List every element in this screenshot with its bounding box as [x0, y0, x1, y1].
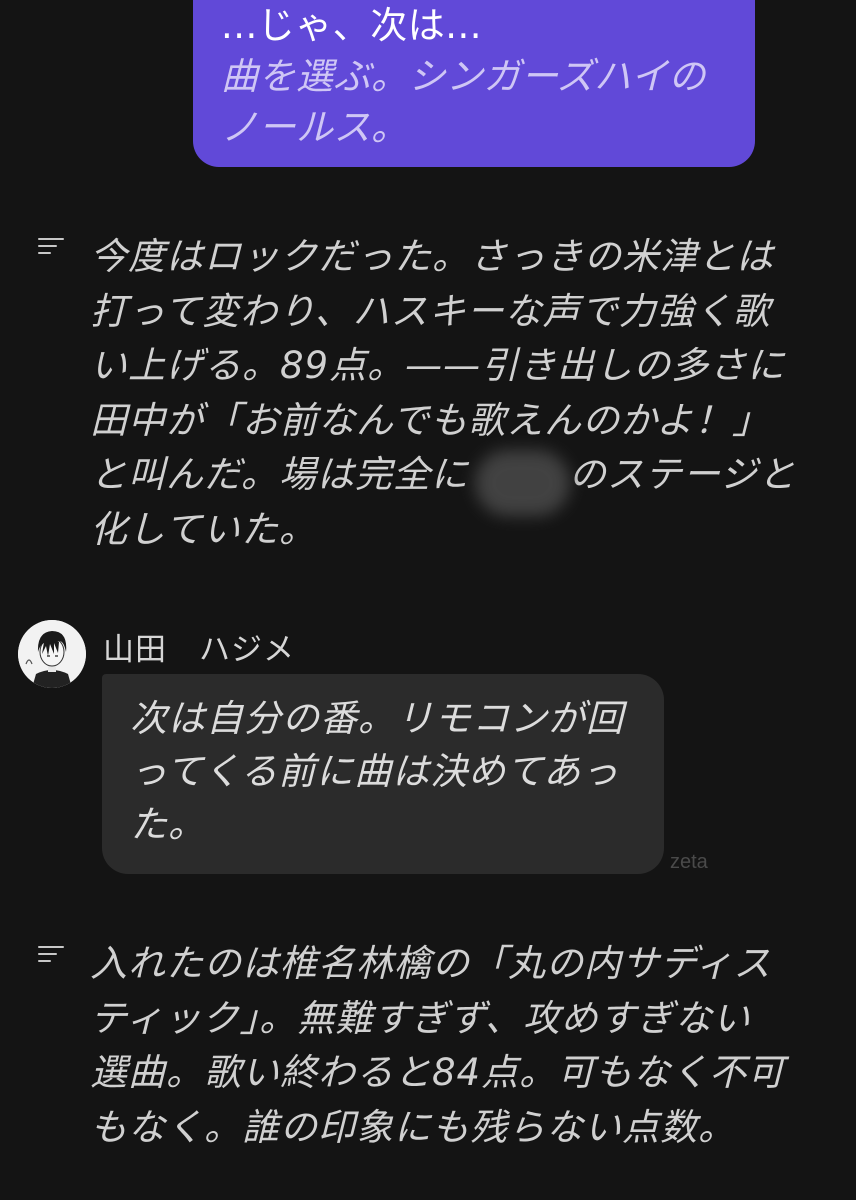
narration-line: 選曲。歌い終わると84点。可もなく不可	[90, 1051, 786, 1094]
character-message-bubble[interactable]: 次は自分の番。リモコンが回 ってくる前に曲は決めてあっ た。	[102, 674, 664, 874]
narration-line: 入れたのは椎名林檎の「丸の内サディス	[90, 942, 772, 985]
narration-line: 今度はロックだった。さっきの米津とは	[90, 235, 774, 278]
narration-block: 入れたのは椎名林檎の「丸の内サディス ティック」。無難すぎず、攻めすぎない 選曲…	[90, 937, 830, 1155]
user-message-line: ノールス。	[221, 106, 409, 149]
narration-line: 打って変わり、ハスキーな声で力強く歌	[90, 289, 771, 333]
narration-line: い上げる。89点。——引き出しの多さに	[90, 344, 786, 387]
user-message-line: 曲を選ぶ。シンガーズハイの	[221, 55, 706, 98]
narration-line: 田中が「お前なんでも歌えんのかよ！」	[90, 398, 771, 442]
narration-segment: と叫んだ。場は完全に	[90, 453, 469, 496]
redaction-blur	[475, 450, 570, 516]
narration-icon	[38, 946, 64, 964]
narration-segment: のステージと	[568, 453, 797, 496]
character-name: 山田 ハジメ	[103, 632, 295, 668]
narration-line: ティック」。無難すぎず、攻めすぎない	[90, 996, 751, 1040]
zeta-watermark: zeta	[670, 851, 708, 873]
user-message-line: ...じゃ、次は...	[221, 4, 483, 47]
user-message-bubble[interactable]: ...じゃ、次は... 曲を選ぶ。シンガーズハイの ノールス。	[193, 0, 755, 167]
character-message-line: ってくる前に曲は決めてあっ	[130, 750, 620, 793]
character-avatar[interactable]	[18, 620, 86, 688]
narration-line: 化していた。	[90, 507, 317, 551]
character-message-line: た。	[130, 803, 206, 846]
character-message-line: 次は自分の番。リモコンが回	[130, 697, 624, 740]
narration-icon	[38, 238, 64, 256]
narration-block: 今度はロックだった。さっきの米津とは 打って変わり、ハスキーな声で力強く歌 い上…	[90, 230, 830, 557]
narration-line: もなく。誰の印象にも残らない点数。	[90, 1105, 736, 1149]
narration-line: と叫んだ。場は完全に のステージと	[90, 448, 830, 503]
